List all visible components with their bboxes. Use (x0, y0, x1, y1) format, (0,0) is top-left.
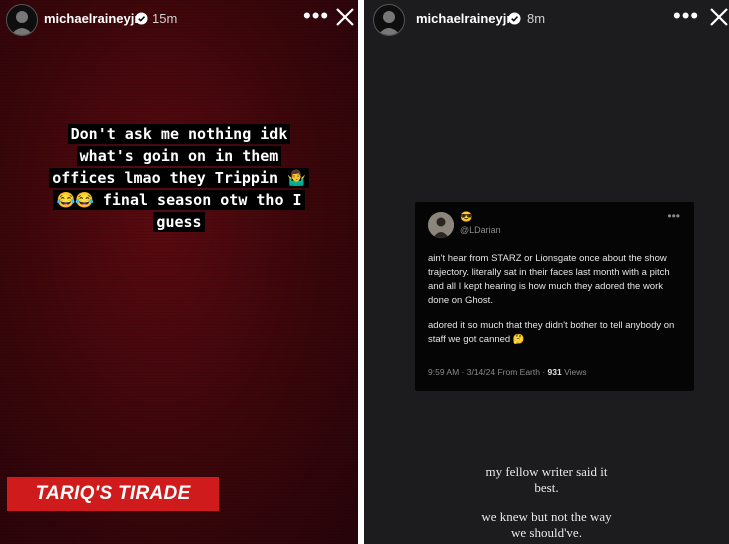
tweet-timestamp: 9:59 AM · 3/14/24 From Earth · (428, 367, 546, 377)
tweet-paragraph: ain't hear from STARZ or Lionsgate once … (428, 253, 670, 306)
tweet-avatar (428, 212, 454, 238)
verified-badge-icon (135, 12, 148, 25)
caption-line: Don't ask me nothing idk (0, 123, 358, 145)
caption-line: 😂😂 final season otw tho I (0, 189, 358, 211)
story-header: michaelraineyjr 8m ••• (364, 0, 729, 38)
story-right[interactable]: michaelraineyjr 8m ••• 😎 @LDarian ••• ai… (364, 0, 729, 544)
caption-line: best. (534, 480, 559, 495)
caption-line: my fellow writer said it (485, 464, 608, 479)
tweet-card: 😎 @LDarian ••• ain't hear from STARZ or … (415, 202, 694, 391)
tweet-meta: 9:59 AM · 3/14/24 From Earth · 931 Views (428, 367, 587, 377)
caption-line: offices lmao they Trippin 🤷‍♂️ (0, 167, 358, 189)
tweet-handle: @LDarian (460, 225, 501, 235)
close-icon[interactable] (335, 7, 355, 27)
username[interactable]: michaelraineyjr (416, 11, 511, 26)
verified-badge-icon (508, 12, 521, 25)
caption-line: we knew but not the way (481, 509, 612, 524)
tweet-display-name: 😎 (460, 212, 473, 223)
tweet-paragraph: adored it so much that they didn't bothe… (428, 320, 675, 345)
avatar[interactable] (373, 4, 405, 36)
close-icon[interactable] (709, 7, 729, 27)
caption-line: guess (0, 211, 358, 233)
tweet-body: ain't hear from STARZ or Lionsgate once … (428, 252, 686, 358)
time-ago: 8m (527, 11, 546, 26)
caption-line: what's goin on in them (0, 145, 358, 167)
tweet-views-count: 931 (547, 367, 562, 377)
more-options-icon[interactable]: ••• (303, 5, 329, 27)
avatar[interactable] (6, 4, 38, 36)
title-banner: TARIQ'S TIRADE (7, 477, 219, 511)
tweet-views-label: Views (564, 367, 587, 377)
username[interactable]: michaelraineyjr (44, 11, 139, 26)
more-options-icon[interactable]: ••• (673, 5, 699, 27)
tweet-more-icon: ••• (667, 209, 680, 223)
story-header: michaelraineyjr 15m ••• (0, 0, 358, 38)
caption-line: we should've. (511, 525, 582, 540)
time-ago: 15m (152, 11, 178, 26)
story-left[interactable]: michaelraineyjr 15m ••• Don't ask me not… (0, 0, 358, 544)
